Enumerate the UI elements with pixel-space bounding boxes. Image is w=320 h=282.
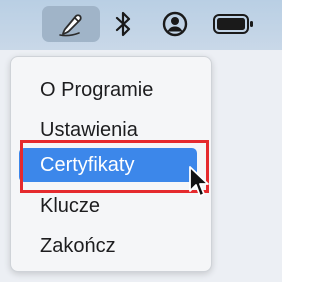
menubar-bluetooth[interactable] — [108, 6, 140, 42]
menu-item-quit[interactable]: Zakończ — [19, 229, 203, 263]
menu-item-label: O Programie — [40, 78, 154, 101]
pencil-icon — [59, 14, 82, 37]
menu-item-certificates[interactable]: Certyfikaty — [19, 148, 197, 182]
menubar-battery[interactable] — [212, 6, 282, 42]
menu-bar — [0, 0, 282, 50]
arrow-cursor-icon — [189, 166, 209, 197]
menubar-user-account[interactable] — [158, 6, 192, 42]
battery-icon — [213, 14, 253, 34]
user-account-icon — [162, 11, 188, 37]
screen: O Programie Ustawienia Certyfikaty Klucz… — [0, 0, 282, 282]
menu-item-about[interactable]: O Programie — [19, 73, 203, 107]
menu-item-label: Klucze — [40, 194, 101, 217]
bluetooth-icon — [115, 11, 131, 37]
menu-item-settings[interactable]: Ustawienia — [19, 113, 203, 147]
menu-item-label: Certyfikaty — [40, 153, 135, 176]
dropdown-menu: O Programie Ustawienia Certyfikaty Klucz… — [10, 56, 212, 272]
menu-item-label: Ustawienia — [40, 118, 138, 141]
menu-item-keys[interactable]: Klucze — [19, 189, 203, 223]
menubar-extra-pencil[interactable] — [42, 6, 100, 42]
menu-item-label: Zakończ — [40, 234, 116, 257]
